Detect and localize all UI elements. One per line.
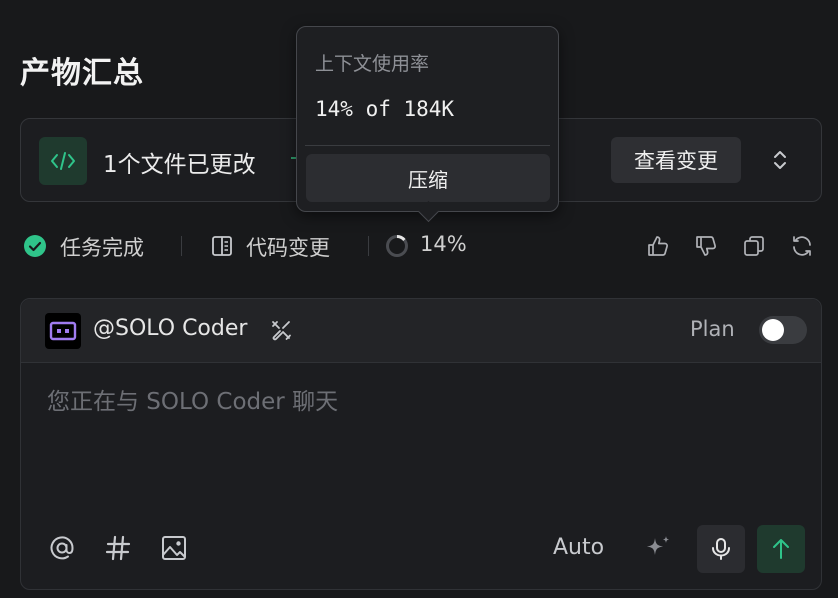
code-icon [39, 137, 87, 185]
tools-icon[interactable] [269, 318, 293, 342]
chat-composer: @SOLO Coder Plan Auto [20, 298, 822, 590]
divider [181, 236, 182, 256]
mic-icon [712, 538, 730, 560]
tooltip-title: 上下文使用率 [315, 53, 430, 75]
plan-label: Plan [690, 317, 735, 341]
tooltip-divider [305, 145, 550, 146]
agent-name[interactable]: @SOLO Coder [93, 316, 247, 341]
arrow-up-icon [773, 539, 789, 559]
composer-header: @SOLO Coder Plan [21, 299, 821, 363]
model-selector[interactable]: Auto [553, 535, 604, 560]
copy-icon[interactable] [740, 232, 768, 260]
view-changes-button[interactable]: 查看变更 [611, 137, 741, 183]
file-diff-icon[interactable] [210, 234, 234, 258]
code-changes-label[interactable]: 代码变更 [246, 232, 330, 262]
changes-summary: 1个文件已更改 [103, 152, 256, 178]
compress-button[interactable]: 压缩 [306, 154, 550, 202]
at-icon[interactable] [47, 533, 77, 563]
divider [368, 236, 369, 256]
progress-ring-icon[interactable] [385, 234, 409, 258]
plan-toggle-knob [762, 319, 784, 341]
chevron-up-down-icon[interactable] [765, 145, 795, 175]
hash-icon[interactable] [103, 533, 133, 563]
status-row: 任务完成 代码变更 14% [20, 226, 822, 266]
chat-input[interactable] [47, 387, 787, 417]
agent-avatar [45, 313, 81, 349]
tooltip-usage-value: 14% of 184K [315, 97, 455, 121]
refresh-icon[interactable] [788, 232, 816, 260]
check-circle-icon [24, 235, 46, 257]
image-icon[interactable] [159, 533, 189, 563]
plan-toggle[interactable] [759, 316, 807, 344]
mic-button[interactable] [697, 525, 745, 573]
context-usage-percent[interactable]: 14% [420, 232, 467, 256]
artifacts-page: 产物汇总 1个文件已更改 查看变更 任务完成 代码变更 14% @SOLO Co… [0, 0, 838, 598]
sparkle-icon[interactable] [643, 533, 673, 563]
thumbs-down-icon[interactable] [692, 232, 720, 260]
task-status-label: 任务完成 [60, 236, 144, 260]
context-usage-tooltip: 上下文使用率 14% of 184K 压缩 [296, 26, 559, 212]
send-button[interactable] [757, 525, 805, 573]
thumbs-up-icon[interactable] [644, 232, 672, 260]
page-title: 产物汇总 [20, 56, 144, 91]
